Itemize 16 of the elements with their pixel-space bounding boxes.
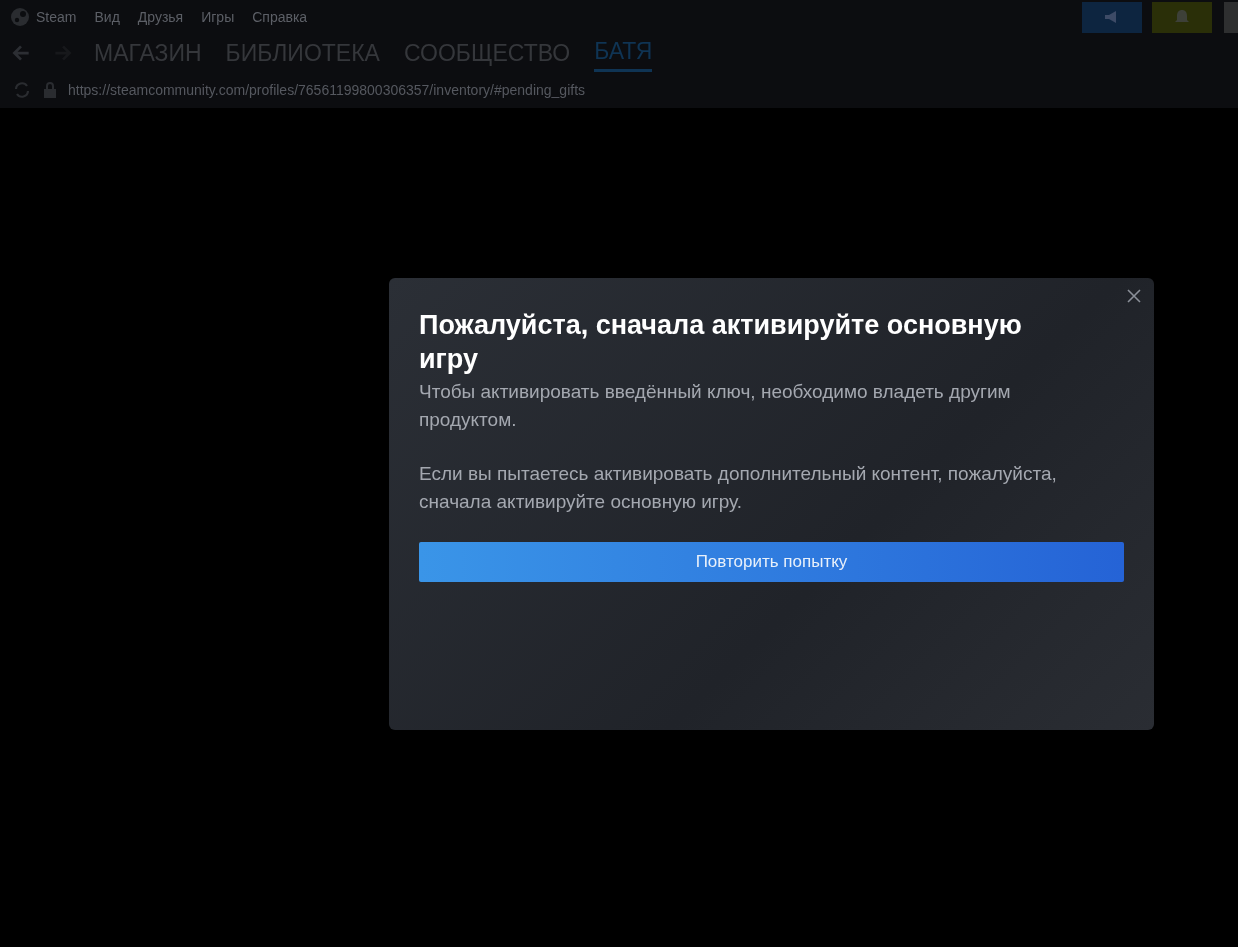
- reload-icon[interactable]: [12, 80, 32, 100]
- close-icon: [1126, 288, 1142, 304]
- dialog-title: Пожалуйста, сначала активируйте основную игру: [419, 309, 1023, 376]
- notifications-button[interactable]: [1152, 1, 1212, 33]
- steam-logo-icon[interactable]: [10, 7, 30, 27]
- announcements-button[interactable]: [1082, 1, 1142, 33]
- dialog-message: Чтобы активировать введённый ключ, необходимо владеть другим продуктом.: [419, 380, 1012, 432]
- menu-item[interactable]: Справка: [252, 9, 308, 25]
- dialog-message: Если вы пытаетесь активировать дополнительный контент, пожалуйста, сначала активируйте основную игру.: [419, 462, 1058, 514]
- menu-item[interactable]: Друзья: [137, 9, 184, 25]
- url-text[interactable]: https://steamcommunity.com/profiles/76561199800306357/inventory/#pending_gifts: [68, 82, 586, 98]
- menu-item[interactable]: Вид: [94, 9, 120, 25]
- menu-item[interactable]: Игры: [201, 9, 235, 25]
- close-button[interactable]: [1126, 288, 1142, 304]
- menu-item[interactable]: Steam: [36, 9, 77, 25]
- retry-button[interactable]: Повторить попытку: [419, 542, 1124, 582]
